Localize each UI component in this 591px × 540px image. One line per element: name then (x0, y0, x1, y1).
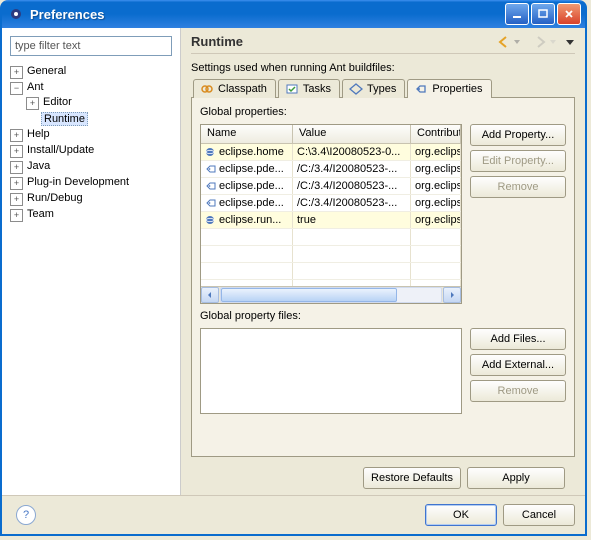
tabs-row: Classpath Tasks Types (191, 78, 575, 97)
table-row[interactable]: eclipse.pde... /C:/3.4/I20080523-... org… (201, 161, 461, 178)
tree-item-java[interactable]: +Java (10, 159, 176, 175)
tag-icon (205, 198, 217, 208)
scroll-left-button[interactable] (201, 287, 219, 303)
tree-item-ant[interactable]: −Ant +Editor Runtime (10, 80, 176, 127)
remove-file-button: Remove (470, 380, 566, 402)
tree-item-ant-editor[interactable]: +Editor (26, 95, 176, 111)
tab-classpath[interactable]: Classpath (193, 79, 276, 98)
tree-item-general[interactable]: +General (10, 64, 176, 80)
properties-icon (414, 83, 428, 95)
cancel-button[interactable]: Cancel (503, 504, 575, 526)
global-properties-table[interactable]: Name Value Contribut eclip (200, 124, 462, 304)
maximize-button[interactable] (531, 3, 555, 25)
scroll-right-button[interactable] (443, 287, 461, 303)
tasks-icon (285, 83, 299, 95)
table-row (201, 246, 461, 263)
tree-item-help[interactable]: +Help (10, 127, 176, 143)
add-external-button[interactable]: Add External... (470, 354, 566, 376)
edit-property-button: Edit Property... (470, 150, 566, 172)
tree-item-plugin-dev[interactable]: +Plug-in Development (10, 175, 176, 191)
global-properties-label: Global properties: (200, 106, 566, 118)
restore-defaults-button[interactable]: Restore Defaults (363, 467, 461, 489)
main-panel: Runtime (181, 28, 585, 495)
table-row[interactable]: eclipse.pde... /C:/3.4/I20080523-... org… (201, 195, 461, 212)
classpath-icon (200, 83, 214, 95)
apply-button[interactable]: Apply (467, 467, 565, 489)
tree-item-install-update[interactable]: +Install/Update (10, 143, 176, 159)
back-button[interactable] (497, 35, 511, 49)
table-row (201, 263, 461, 280)
settings-description: Settings used when running Ant buildfile… (191, 62, 575, 74)
tab-panel: Global properties: Name Value Contribut (191, 97, 575, 457)
help-button[interactable]: ? (16, 505, 36, 525)
tree-item-team[interactable]: +Team (10, 207, 176, 223)
col-value[interactable]: Value (293, 125, 411, 143)
types-icon (349, 83, 363, 95)
tab-label: Types (367, 83, 396, 95)
title-bar: Preferences (2, 0, 585, 28)
add-property-button[interactable]: Add Property... (470, 124, 566, 146)
col-name[interactable]: Name (201, 125, 293, 143)
global-property-files-list[interactable] (200, 328, 462, 414)
dialog-button-bar: ? OK Cancel (2, 495, 585, 534)
globe-icon (205, 215, 217, 225)
chevron-down-icon[interactable] (513, 38, 521, 46)
scroll-thumb[interactable] (221, 288, 397, 302)
table-row[interactable]: eclipse.run... true org.eclipse (201, 212, 461, 229)
filter-input[interactable] (10, 36, 172, 56)
minimize-button[interactable] (505, 3, 529, 25)
add-files-button[interactable]: Add Files... (470, 328, 566, 350)
table-body: eclipse.home C:\3.4\I20080523-0... org.e… (201, 144, 461, 286)
remove-property-button: Remove (470, 176, 566, 198)
tab-label: Properties (432, 83, 482, 95)
preferences-sidebar: +General −Ant +Editor Runtime +Help +Ins… (2, 28, 181, 495)
tag-icon (205, 181, 217, 191)
table-row[interactable]: eclipse.pde... /C:/3.4/I20080523-... org… (201, 178, 461, 195)
chevron-down-icon[interactable] (549, 38, 557, 46)
tag-icon (205, 164, 217, 174)
tree-item-ant-runtime[interactable]: Runtime (26, 111, 176, 126)
tab-types[interactable]: Types (342, 79, 405, 98)
preferences-tree[interactable]: +General −Ant +Editor Runtime +Help +Ins… (2, 60, 180, 495)
global-files-label: Global property files: (200, 310, 566, 322)
table-header: Name Value Contribut (201, 125, 461, 144)
scroll-track[interactable] (220, 287, 442, 303)
tab-label: Tasks (303, 83, 331, 95)
close-button[interactable] (557, 3, 581, 25)
tab-tasks[interactable]: Tasks (278, 79, 340, 98)
ok-button[interactable]: OK (425, 504, 497, 526)
table-row[interactable]: eclipse.home C:\3.4\I20080523-0... org.e… (201, 144, 461, 161)
page-menu-button[interactable] (565, 37, 575, 47)
forward-button[interactable] (533, 35, 547, 49)
tree-item-run-debug[interactable]: +Run/Debug (10, 191, 176, 207)
dialog-icon (8, 6, 24, 22)
page-title: Runtime (191, 34, 497, 49)
tab-label: Classpath (218, 83, 267, 95)
window-title: Preferences (30, 7, 505, 22)
horizontal-scrollbar[interactable] (201, 286, 461, 303)
table-row (201, 229, 461, 246)
globe-icon (205, 147, 217, 157)
tab-properties[interactable]: Properties (407, 79, 491, 98)
col-contrib[interactable]: Contribut (411, 125, 461, 143)
